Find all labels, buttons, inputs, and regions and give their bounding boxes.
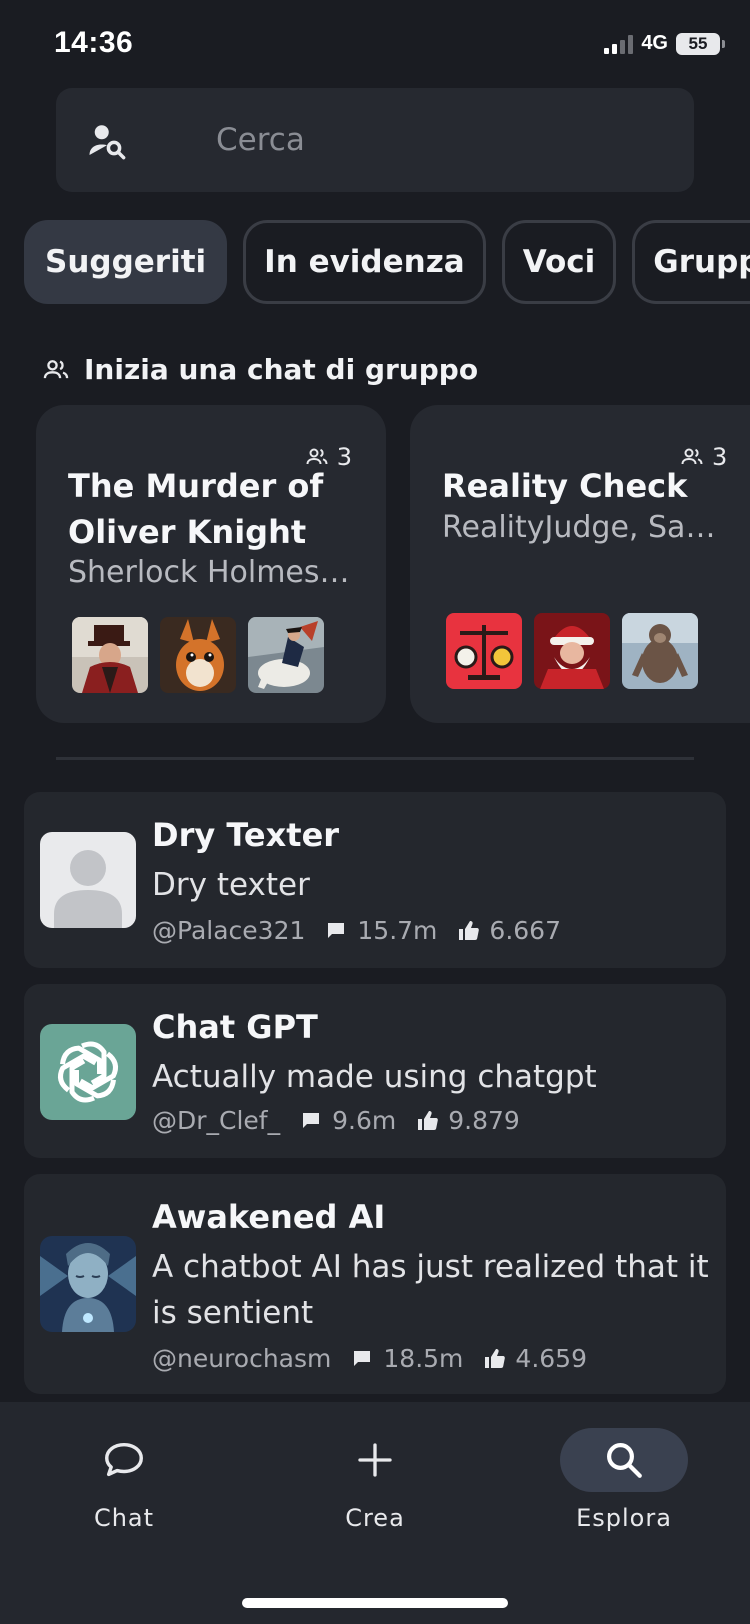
bot-avatar <box>40 1236 136 1332</box>
chat-count-icon <box>325 919 349 943</box>
bot-avatar <box>40 1024 136 1120</box>
tab-suggeriti[interactable]: Suggeriti <box>24 220 228 304</box>
bot-description: A chatbot AI has just realized that it i… <box>152 1249 709 1331</box>
section-divider <box>56 757 694 760</box>
nav-crea[interactable]: Crea <box>295 1428 455 1532</box>
thumbs-up-icon <box>457 919 481 943</box>
thumbs-up-icon <box>416 1109 440 1133</box>
nav-esplora[interactable]: Esplora <box>544 1428 704 1532</box>
thumbs-up-icon <box>483 1347 507 1371</box>
chat-count: 15.7m <box>357 916 438 945</box>
chat-count-icon <box>300 1109 324 1133</box>
tab-voci[interactable]: Voci <box>501 220 617 304</box>
awakened-ai-avatar <box>40 1236 136 1332</box>
bot-meta: @Palace321 15.7m 6.667 <box>152 916 561 945</box>
signal-icon <box>604 34 634 54</box>
avatar-yeti <box>622 613 698 689</box>
bot-name: Chat GPT <box>152 1008 318 1046</box>
bot-name: Awakened AI <box>152 1198 386 1236</box>
nav-crea-label: Crea <box>345 1504 405 1532</box>
bot-meta: @neurochasm 18.5m 4.659 <box>152 1344 587 1373</box>
list-item[interactable]: Chat GPT Actually made using chatgpt @Dr… <box>24 984 726 1158</box>
user-search-icon <box>89 125 126 160</box>
like-count: 6.667 <box>489 916 561 945</box>
chat-count-icon <box>351 1347 375 1371</box>
people-icon <box>43 359 69 378</box>
bot-author: @Dr_Clef_ <box>152 1106 281 1135</box>
status-bar: 14:36 4G 55 <box>0 0 750 90</box>
group-avatars <box>446 613 698 689</box>
avatar-scales <box>446 613 522 689</box>
battery-icon: 55 <box>676 32 725 55</box>
group-avatars <box>72 617 324 693</box>
nav-chat-label: Chat <box>93 1504 155 1532</box>
group-members: Sherlock Holmes,… <box>68 555 358 590</box>
avatar-napoleon <box>248 617 324 693</box>
chat-bubble-icon <box>105 1442 143 1477</box>
group-card[interactable]: 3 The Murder of Oliver Knight Sherlock H… <box>36 405 386 723</box>
tab-in-evidenza[interactable]: In evidenza <box>243 220 486 304</box>
status-time: 14:36 <box>54 26 134 59</box>
group-title: The Murder of Oliver Knight <box>68 467 324 551</box>
home-indicator <box>242 1598 508 1608</box>
bottom-navigation: Chat Crea Esplora <box>0 1402 750 1624</box>
bot-name: Dry Texter <box>152 816 340 854</box>
bot-avatar <box>40 832 136 928</box>
avatar-sherlock <box>72 617 148 693</box>
category-tabs: Suggeriti In evidenza Voci Gruppi <box>24 220 750 304</box>
status-indicators: 4G 55 <box>604 32 725 55</box>
bot-author: @Palace321 <box>152 916 306 945</box>
bot-description: Dry texter <box>152 867 310 903</box>
group-chat-section-title: Inizia una chat di gruppo <box>42 353 478 386</box>
group-card[interactable]: 3 Reality Check RealityJudge, San… <box>410 405 750 723</box>
bot-description: Actually made using chatgpt <box>152 1059 597 1095</box>
bot-meta: @Dr_Clef_ 9.6m 9.879 <box>152 1106 520 1135</box>
group-members: RealityJudge, San… <box>442 510 732 545</box>
search-input[interactable]: Cerca <box>56 88 694 192</box>
nav-esplora-label: Esplora <box>576 1504 672 1532</box>
avatar-santa <box>534 613 610 689</box>
network-type: 4G <box>641 32 668 54</box>
nav-chat[interactable]: Chat <box>44 1428 204 1532</box>
group-title: Reality Check <box>442 467 688 505</box>
chatgpt-logo-icon <box>40 1024 136 1120</box>
chat-count: 9.6m <box>332 1106 397 1135</box>
like-count: 9.879 <box>448 1106 520 1135</box>
chat-count: 18.5m <box>383 1344 464 1373</box>
search-placeholder: Cerca <box>216 122 305 158</box>
tab-gruppi[interactable]: Gruppi <box>632 220 750 304</box>
list-item[interactable]: Dry Texter Dry texter @Palace321 15.7m 6… <box>24 792 726 968</box>
search-icon <box>607 1443 642 1478</box>
bot-author: @neurochasm <box>152 1344 332 1373</box>
default-user-icon <box>40 832 136 928</box>
plus-icon <box>358 1443 392 1477</box>
list-item[interactable]: Awakened AI A chatbot AI has just realiz… <box>24 1174 726 1394</box>
avatar-squirrel <box>160 617 236 693</box>
like-count: 4.659 <box>515 1344 587 1373</box>
